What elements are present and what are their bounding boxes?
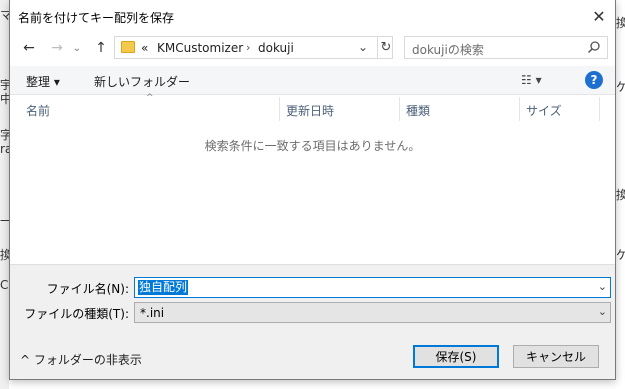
save-as-dialog: 名前を付けてキー配列を保存 ✕ ← → ⌄ ↑ « KMCustomizer ›… [9,0,616,380]
background-text: 換 [616,188,625,202]
filename-field[interactable]: 独自配列 ⌄ [134,277,611,298]
breadcrumb-item[interactable]: dokuji [258,41,294,55]
background-text: ケ [616,80,625,94]
background-window-right: 換 ケ 換 ケ [616,0,625,389]
close-button[interactable]: ✕ [583,0,615,32]
hide-folders-toggle[interactable]: ^ フォルダーの非表示 [20,351,142,368]
address-dropdown-icon[interactable]: ⌄ [358,40,368,54]
cancel-button-label: キャンセル [525,350,586,364]
organize-button[interactable]: 整理 ▾ [26,73,60,90]
back-button[interactable]: ← [18,38,40,58]
cancel-button[interactable]: キャンセル [513,345,599,368]
search-placeholder: dokujiの検索 [412,43,484,57]
help-button[interactable]: ? [585,71,603,89]
filetype-label: ファイルの種類(T): [24,307,129,321]
title-bar: 名前を付けてキー配列を保存 ✕ [10,0,615,32]
background-text: 換 [616,16,625,30]
column-header-modified[interactable]: 更新日時 [280,97,400,121]
arrow-right-icon: → [51,40,63,56]
address-bar[interactable]: « KMCustomizer › dokuji ⌄ ↻ [114,36,393,59]
chevron-down-icon: ⌄ [597,305,607,318]
background-text: C [0,278,9,292]
up-button[interactable]: ↑ [90,38,112,58]
chevron-down-icon[interactable]: ⌄ [598,280,607,293]
change-view-button[interactable]: ☷ ▾ [521,73,542,87]
column-header-label: サイズ [526,104,562,118]
filetype-value: *.ini [140,306,165,320]
breadcrumb-item[interactable]: KMCustomizer [157,41,243,55]
refresh-icon: ↻ [380,40,392,55]
new-folder-button[interactable]: 新しいフォルダー [94,73,190,90]
column-header-label: 種類 [406,104,431,118]
filename-label: ファイル名(N): [46,282,129,296]
folder-icon [121,41,135,53]
save-form: ファイル名(N): 独自配列 ⌄ ファイルの種類(T): *.ini ⌄ ^ フ… [10,264,615,379]
close-icon: ✕ [592,6,606,26]
column-header-label: 更新日時 [286,104,335,118]
column-header-label: 名前 [26,104,51,118]
command-bar: 整理 ▾ 新しいフォルダー ☷ ▾ ? [10,66,615,95]
search-icon [587,41,600,54]
filename-value: 独自配列 [138,280,189,295]
background-window-left: マ 宇 中 字 ra 一 換 C [0,0,12,389]
column-header-size[interactable]: サイズ [520,97,600,121]
breadcrumb-separator[interactable]: › [246,41,250,54]
filetype-select[interactable]: *.ini ⌄ [134,302,611,323]
help-icon: ? [590,73,598,87]
save-button[interactable]: 保存(S) [413,345,499,368]
save-button-label: 保存(S) [435,350,477,364]
address-overflow[interactable]: « [141,41,148,55]
recent-locations-button[interactable]: ⌄ [70,38,84,58]
refresh-button[interactable]: ↻ [377,36,394,59]
background-text: ケ [616,248,625,262]
column-header-name[interactable]: 名前 [20,97,280,121]
dialog-title: 名前を付けてキー配列を保存 [18,11,175,25]
forward-button[interactable]: → [46,38,68,58]
empty-list-message: 検索条件に一致する項目はありません。 [204,139,421,153]
chevron-down-icon: ⌄ [72,42,82,54]
arrow-left-icon: ← [23,40,35,56]
arrow-up-icon: ↑ [95,40,107,56]
search-input[interactable]: dokujiの検索 [404,36,608,59]
column-header-type[interactable]: 種類 [400,97,520,121]
